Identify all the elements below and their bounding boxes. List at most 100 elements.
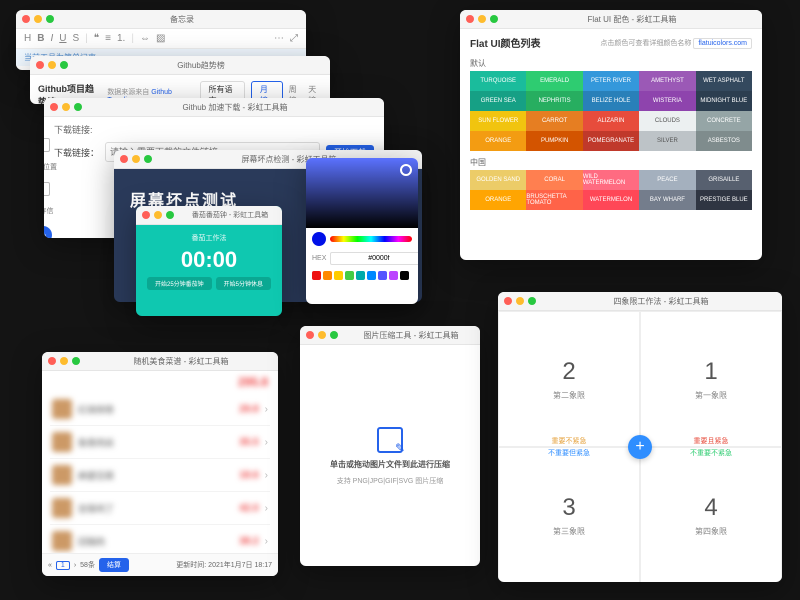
traffic-lights[interactable] — [22, 15, 54, 23]
color-swatch[interactable]: Peace — [639, 170, 695, 190]
drop-zone[interactable]: ✎ 单击或拖动图片文件到此进行压缩 支持 PNG|JPG|GIF|SVG 图片压… — [300, 345, 480, 566]
color-swatch[interactable]: Wild Watermelon — [583, 170, 639, 190]
more-icon[interactable]: ⋯ — [274, 33, 284, 44]
titlebar[interactable]: 番茄番茄钟 - 彩虹工具箱 — [136, 206, 282, 225]
color-swatch[interactable]: Bay Wharf — [639, 190, 695, 210]
titlebar[interactable]: 图片压缩工具 - 彩虹工具箱 — [300, 326, 480, 345]
traffic-lights[interactable] — [48, 357, 80, 365]
bold-icon[interactable]: B — [37, 33, 44, 44]
page-number[interactable]: 1 — [56, 561, 70, 570]
color-swatch[interactable]: Concrete — [696, 111, 752, 131]
color-swatch[interactable]: Asbestos — [696, 131, 752, 151]
color-swatch[interactable]: Pomegranate — [583, 131, 639, 151]
list-item[interactable]: 红烧排骨29.8› — [50, 393, 270, 426]
color-swatch[interactable]: Clouds — [639, 111, 695, 131]
italic-icon[interactable]: I — [50, 33, 53, 44]
color-chip[interactable] — [312, 271, 321, 280]
titlebar[interactable]: 备忘录 — [16, 10, 306, 29]
list-item[interactable]: 宫保鸡丁42.0› — [50, 492, 270, 525]
color-swatch[interactable]: Green Sea — [470, 91, 526, 111]
color-chip[interactable] — [400, 271, 409, 280]
quadrant-window: 四象限工作法 - 彩虹工具箱 2第二象限 1第一象限 3第三象限 4第四象限 +… — [498, 292, 782, 582]
flatui-source-link[interactable]: flatuicolors.com — [693, 38, 752, 49]
color-chip[interactable] — [345, 271, 354, 280]
list-item[interactable]: 麻婆豆腐18.6› — [50, 459, 270, 492]
numbered-list-icon[interactable]: 1. — [117, 33, 125, 44]
traffic-lights[interactable] — [36, 61, 68, 69]
traffic-lights[interactable] — [466, 15, 498, 23]
sidebar-icon[interactable] — [44, 182, 50, 196]
color-swatch[interactable]: Golden Sand — [470, 170, 526, 190]
titlebar[interactable]: Github趋势榜 — [30, 56, 330, 75]
traffic-lights[interactable] — [142, 211, 174, 219]
pomodoro-label: 番茄工作法 — [136, 233, 282, 243]
start-pomodoro-button[interactable]: 开始25分钟番茄钟 — [147, 277, 212, 290]
submit-button[interactable]: 结算 — [99, 558, 129, 572]
expand-icon[interactable]: ⤢ — [290, 33, 298, 44]
titlebar[interactable]: 四象限工作法 - 彩虹工具箱 — [498, 292, 782, 311]
traffic-lights[interactable] — [306, 331, 338, 339]
titlebar[interactable]: Github 加速下载 - 彩虹工具箱 — [44, 98, 384, 117]
list-item[interactable]: 鱼香肉丝35.5› — [50, 426, 270, 459]
next-page-button[interactable]: › — [74, 562, 76, 569]
color-swatch[interactable]: Alizarin — [583, 111, 639, 131]
color-swatch[interactable]: Sun Flower — [470, 111, 526, 131]
quote-icon[interactable]: ❝ — [94, 33, 99, 44]
add-button[interactable]: + — [44, 226, 52, 238]
color-swatch[interactable]: Midnight Blue — [696, 91, 752, 111]
color-chip[interactable] — [334, 271, 343, 280]
color-chip[interactable] — [323, 271, 332, 280]
quadrant-3[interactable]: 3第三象限 — [498, 447, 640, 582]
sidebar-item-save-info[interactable]: 保存信 — [44, 206, 54, 216]
color-swatch[interactable]: Prestige Blue — [696, 190, 752, 210]
color-swatch[interactable]: Silver — [639, 131, 695, 151]
color-swatch[interactable]: Emerald — [526, 71, 582, 91]
color-swatch[interactable]: Amethyst — [639, 71, 695, 91]
titlebar[interactable]: 随机美食菜谱 - 彩虹工具箱 — [42, 352, 278, 371]
color-chip[interactable] — [367, 271, 376, 280]
list-icon[interactable]: ≡ — [105, 33, 111, 44]
first-page-button[interactable]: « — [48, 562, 52, 569]
color-swatch[interactable]: Wet Asphalt — [696, 71, 752, 91]
traffic-lights[interactable] — [504, 297, 536, 305]
quadrant-1[interactable]: 1第一象限 — [640, 311, 782, 447]
titlebar[interactable]: Flat UI 配色 - 彩虹工具箱 — [460, 10, 762, 29]
color-swatch[interactable]: Peter River — [583, 71, 639, 91]
image-icon[interactable]: ▨ — [156, 33, 165, 44]
color-swatch[interactable]: Belize Hole — [583, 91, 639, 111]
add-task-button[interactable]: + — [628, 435, 652, 459]
color-swatch[interactable]: Orange — [470, 190, 526, 210]
strike-icon[interactable]: S — [72, 33, 79, 44]
sidebar-icon[interactable] — [44, 138, 50, 152]
color-swatch[interactable]: Watermelon — [583, 190, 639, 210]
hue-slider[interactable] — [330, 236, 412, 242]
color-chip[interactable] — [378, 271, 387, 280]
gradient-canvas[interactable] — [306, 158, 418, 228]
picker-handle[interactable] — [400, 164, 412, 176]
color-swatch[interactable]: Grisaille — [696, 170, 752, 190]
sidebar-item-save-location[interactable]: 保存位置 — [44, 162, 57, 172]
quadrant-4[interactable]: 4第四象限 — [640, 447, 782, 582]
color-swatch[interactable]: Coral — [526, 170, 582, 190]
color-swatch[interactable]: Wisteria — [639, 91, 695, 111]
color-swatch[interactable]: Carrot — [526, 111, 582, 131]
color-swatch[interactable]: Turquoise — [470, 71, 526, 91]
link-icon[interactable]: ⇔ — [140, 33, 150, 44]
editor-toolbar[interactable]: H B I U S | ❝ ≡ 1. | ⇔ ▨ ⋯ ⤢ — [16, 29, 306, 49]
drop-subtext: 支持 PNG|JPG|GIF|SVG 图片压缩 — [337, 476, 444, 486]
hex-input[interactable] — [330, 252, 418, 265]
traffic-lights[interactable] — [120, 155, 152, 163]
color-swatch[interactable]: Nephritis — [526, 91, 582, 111]
color-swatch[interactable]: Orange — [470, 131, 526, 151]
quadrant-2[interactable]: 2第二象限 — [498, 311, 640, 447]
traffic-lights[interactable] — [50, 103, 82, 111]
window-title: Github趋势榜 — [78, 60, 324, 71]
underline-icon[interactable]: U — [59, 33, 66, 44]
color-swatch[interactable]: Bruschetta Tomato — [526, 190, 582, 210]
hex-label: HEX — [312, 255, 326, 262]
color-chip[interactable] — [389, 271, 398, 280]
color-swatch[interactable]: Pumpkin — [526, 131, 582, 151]
heading-icon[interactable]: H — [24, 33, 31, 44]
start-break-button[interactable]: 开始5分钟休息 — [216, 277, 271, 290]
color-chip[interactable] — [356, 271, 365, 280]
